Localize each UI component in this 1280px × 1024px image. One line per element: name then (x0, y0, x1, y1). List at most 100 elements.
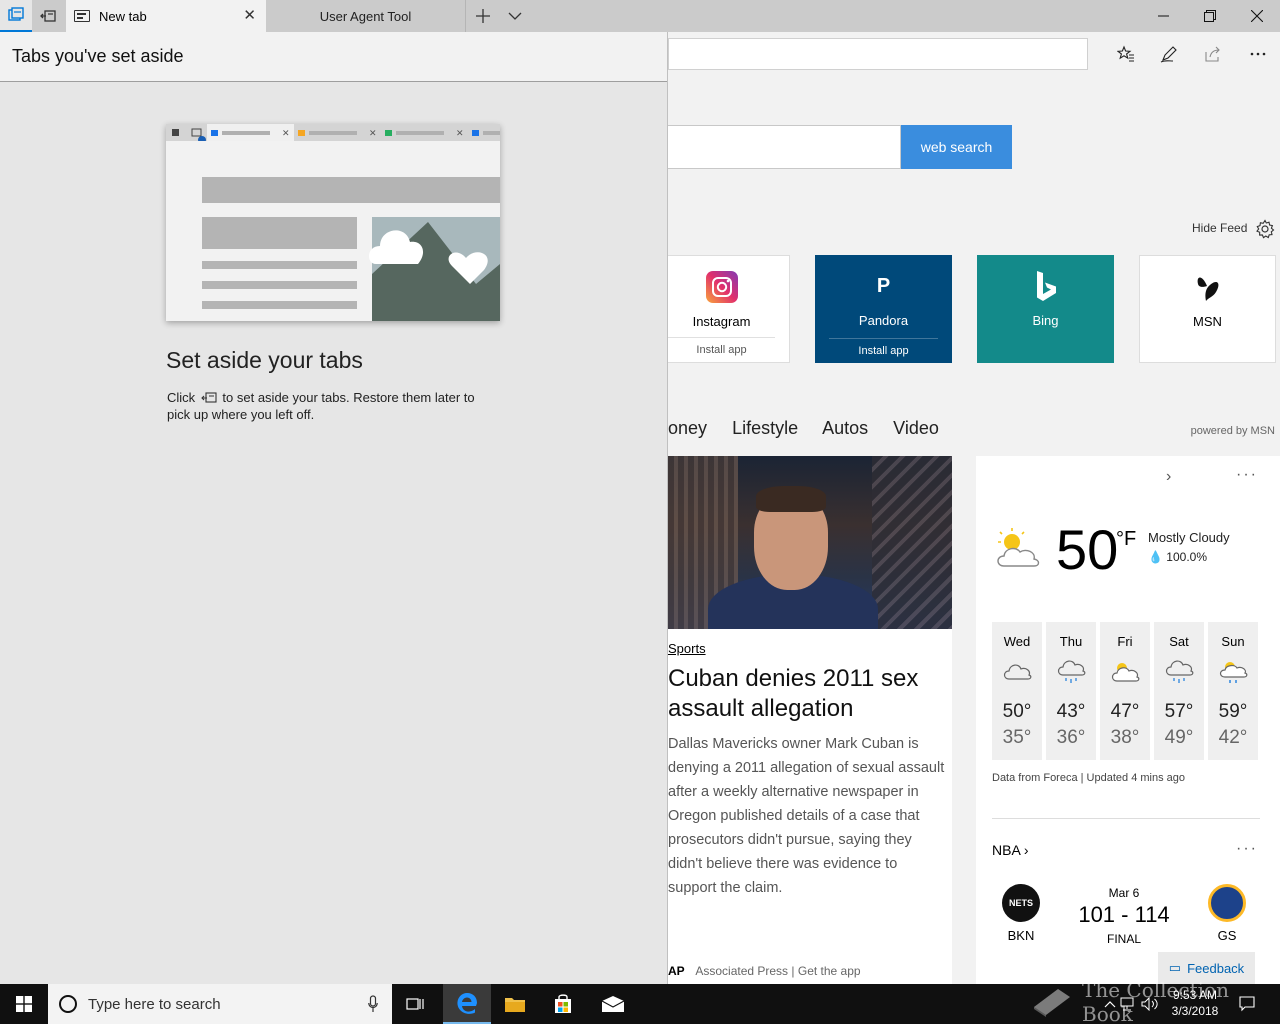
tray-chevron-up-icon[interactable] (1100, 984, 1120, 1024)
article-section-link[interactable]: Sports (668, 641, 952, 656)
game-status: FINAL (1106, 932, 1141, 946)
network-icon[interactable] (1118, 984, 1140, 1024)
edge-taskbar-icon[interactable] (443, 984, 491, 1024)
tile-label: Bing (1032, 313, 1059, 328)
get-the-app-link[interactable]: | Get the app (791, 964, 860, 978)
tile-label: Pandora (858, 313, 909, 328)
game-score[interactable]: 101 - 114 (1074, 902, 1174, 928)
ap-logo-icon: AP (668, 964, 685, 978)
store-icon[interactable] (539, 984, 587, 1024)
taskbar-search-box[interactable]: Type here to search (48, 984, 392, 1024)
article-photo[interactable] (668, 456, 952, 629)
volume-icon[interactable] (1139, 984, 1161, 1024)
taskbar-clock[interactable]: 9:53 AM 3/3/2018 (1160, 987, 1230, 1019)
close-window-icon[interactable] (1234, 0, 1280, 32)
category-video[interactable]: Video (893, 418, 939, 438)
cloud-icon (1002, 659, 1032, 687)
pen-notes-icon[interactable] (1157, 42, 1181, 66)
nba-link[interactable]: NBA › (992, 842, 1029, 858)
weather-source: Data from Foreca | Updated 4 mins ago (992, 772, 1186, 784)
pandora-icon: P (876, 274, 891, 297)
forecast-day[interactable]: Sun 59° 42° (1208, 622, 1258, 760)
tile-bing[interactable]: Bing (977, 255, 1114, 363)
windows-start-icon[interactable] (0, 984, 48, 1024)
weather-next-chevron-icon[interactable]: › (1166, 468, 1171, 486)
raindrop-icon: 💧 (1148, 550, 1163, 564)
article-source: AP Associated Press | Get the app (668, 964, 861, 978)
new-tab-favicon-icon (74, 10, 90, 22)
web-search-input[interactable] (668, 125, 901, 169)
weather-more-icon[interactable]: ··· (1236, 466, 1258, 484)
share-icon[interactable] (1201, 42, 1225, 66)
task-view-icon[interactable] (392, 984, 440, 1024)
tile-pandora[interactable]: P Pandora Install app (815, 255, 952, 363)
category-autos[interactable]: Autos (822, 418, 868, 438)
tile-label: Instagram (692, 314, 751, 329)
team-away[interactable]: GS (1202, 884, 1252, 943)
article-headline[interactable]: Cuban denies 2011 sex assault allegation (668, 664, 952, 724)
tile-label: MSN (1193, 314, 1222, 329)
msn-butterfly-icon (1191, 270, 1225, 304)
new-tab-page: web search Hide Feed Instagram Install a… (668, 32, 1280, 984)
news-categories: oney Lifestyle Autos Video (668, 418, 959, 439)
minimize-icon[interactable] (1141, 0, 1187, 32)
forecast-row: Wed 50° 35° Thu 43° 36° Fri 47° 38° Sat … (992, 622, 1258, 760)
feedback-icon: ▭ (1168, 960, 1182, 975)
game-date: Mar 6 (1108, 886, 1140, 900)
set-aside-tabs-icon (201, 392, 217, 407)
forecast-day[interactable]: Wed 50° 35° (992, 622, 1042, 760)
tile-instagram[interactable]: Instagram Install app (668, 255, 790, 363)
sun-rain-icon (1218, 659, 1248, 687)
tabs-aside-icon[interactable] (0, 0, 32, 32)
powered-by-msn: powered by MSN (1190, 425, 1275, 437)
mail-icon[interactable] (589, 984, 637, 1024)
more-menu-icon[interactable] (1246, 42, 1270, 66)
warriors-logo-icon (1208, 884, 1246, 922)
instagram-icon (705, 270, 739, 304)
close-tab-icon[interactable]: ✕ (243, 8, 256, 24)
source-name: Associated Press (695, 964, 789, 978)
tab-label: User Agent Tool (319, 8, 412, 24)
restore-icon[interactable] (1187, 0, 1233, 32)
address-bar[interactable] (668, 38, 1088, 70)
tab-preview-chevron-down-icon[interactable] (502, 0, 528, 32)
install-app-link[interactable]: Install app (829, 338, 938, 357)
nets-logo-icon: NETS (1002, 884, 1040, 922)
clock-time: 9:53 AM (1172, 988, 1218, 1002)
news-article-card[interactable]: Sports Cuban denies 2011 sex assault all… (668, 456, 952, 984)
divider (992, 818, 1260, 819)
forecast-day[interactable]: Sat 57° 49° (1154, 622, 1204, 760)
category-money[interactable]: oney (668, 418, 707, 438)
forecast-day[interactable]: Thu 43° 36° (1046, 622, 1096, 760)
svg-text:✕: ✕ (456, 129, 464, 139)
notifications-icon[interactable] (1234, 984, 1260, 1024)
weather-condition: Mostly Cloudy (1148, 530, 1230, 545)
hide-feed-link[interactable]: Hide Feed (1192, 221, 1247, 235)
panel-description: Click to set aside your tabs. Restore th… (167, 390, 475, 422)
set-aside-tabs-icon[interactable] (32, 0, 64, 32)
partly-cloudy-icon (992, 526, 1044, 577)
new-tab-plus-icon[interactable] (470, 0, 496, 32)
install-app-link[interactable]: Install app (668, 337, 775, 356)
microphone-icon[interactable] (368, 995, 378, 1018)
file-explorer-icon[interactable] (491, 984, 539, 1024)
tab-label: New tab (99, 8, 147, 24)
tab-user-agent-tool[interactable]: User Agent Tool (266, 0, 466, 32)
gear-icon[interactable] (1255, 219, 1275, 244)
bing-icon (1029, 269, 1063, 303)
panel-title: Set aside your tabs (166, 347, 363, 373)
category-lifestyle[interactable]: Lifestyle (732, 418, 798, 438)
nba-more-icon[interactable]: ··· (1236, 840, 1258, 858)
forecast-day[interactable]: Fri 47° 38° (1100, 622, 1150, 760)
partly-sunny-icon (1110, 659, 1140, 687)
team-home[interactable]: NETS BKN (996, 884, 1046, 943)
current-temperature: 50 (1056, 518, 1119, 581)
feedback-button[interactable]: ▭ Feedback (1158, 952, 1255, 984)
web-search-button[interactable]: web search (901, 125, 1012, 169)
temperature-unit[interactable]: °F (1116, 528, 1136, 551)
cortana-circle-icon (58, 994, 78, 1019)
tab-new-tab[interactable]: New tab ✕ (66, 0, 266, 32)
panel-header: Tabs you've set aside (0, 32, 667, 82)
favorites-star-icon[interactable] (1114, 42, 1138, 66)
tile-msn[interactable]: MSN (1139, 255, 1276, 363)
